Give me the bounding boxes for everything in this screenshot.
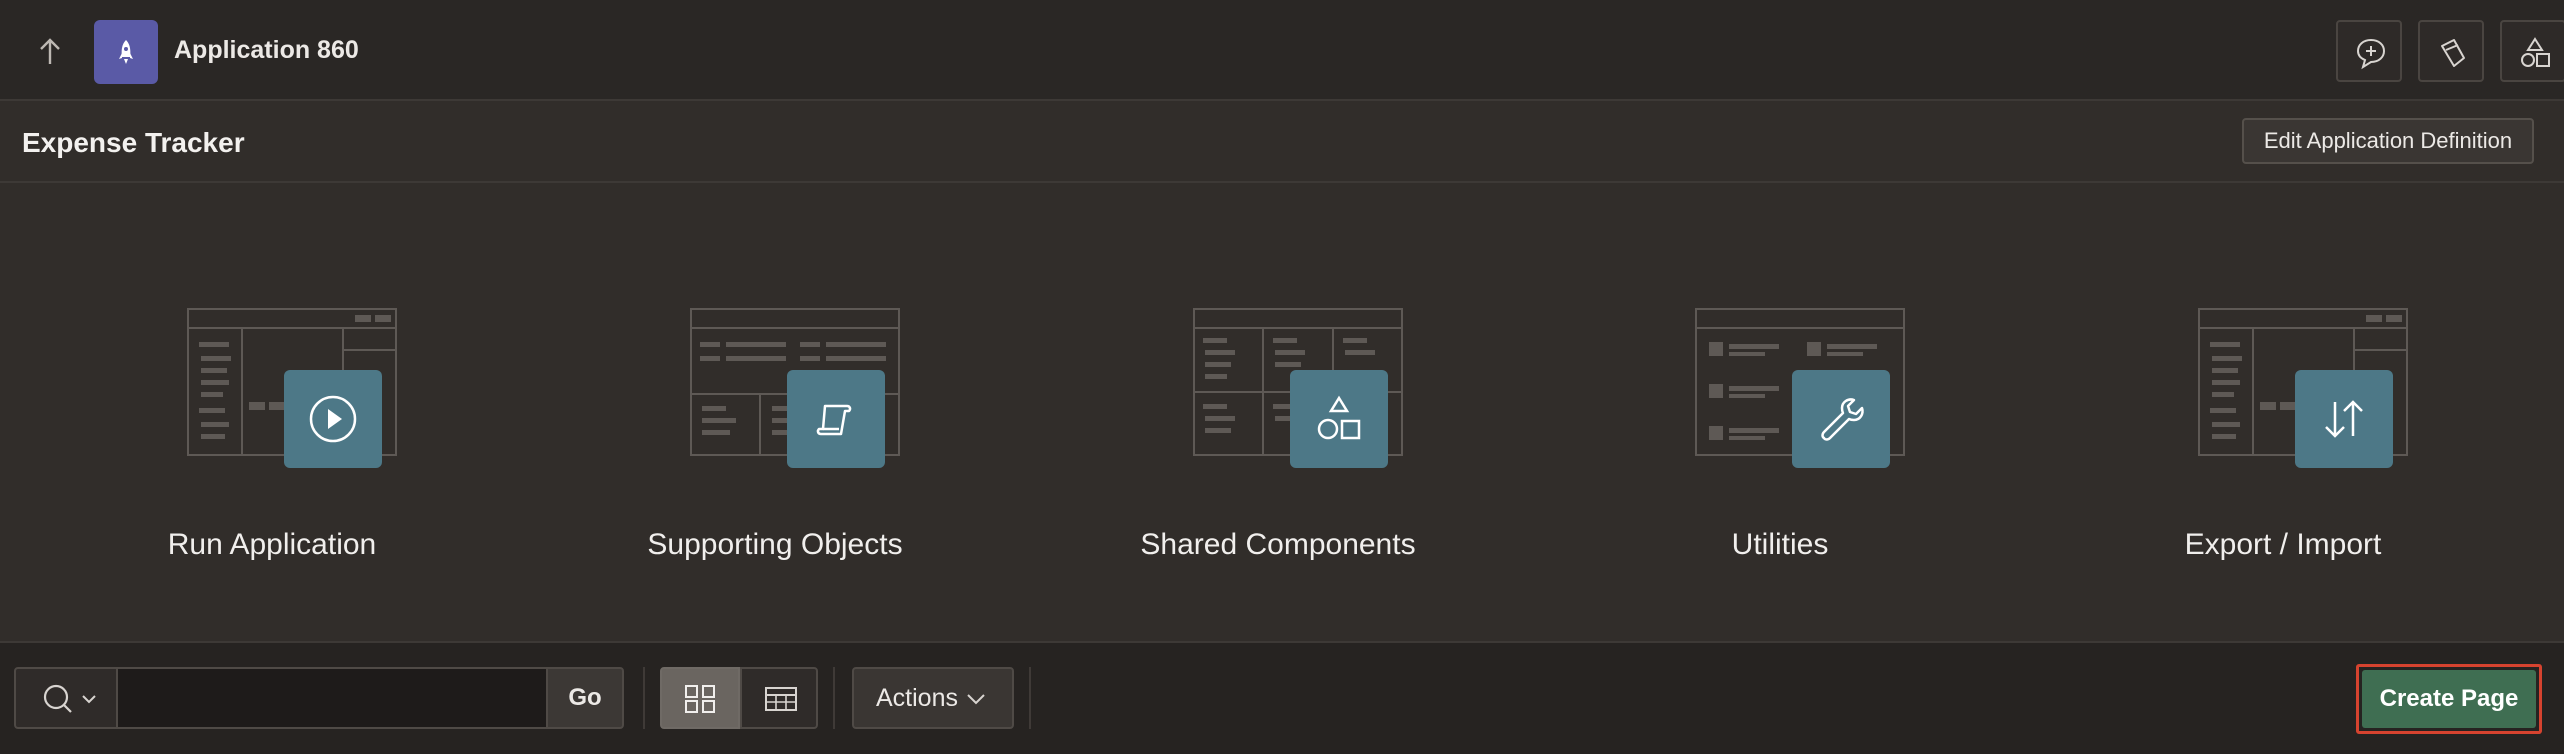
run-application-tile[interactable]: Run Application	[122, 300, 422, 580]
comment-add-icon	[2356, 38, 2386, 70]
utilities-tile[interactable]: Utilities	[1630, 300, 1930, 580]
play-icon	[309, 395, 357, 443]
search-options-button[interactable]	[14, 667, 118, 729]
actions-menu-button[interactable]: Actions	[852, 667, 1014, 729]
tile-badge	[284, 370, 382, 468]
search-icon	[43, 684, 96, 713]
grid-icon	[685, 685, 715, 713]
tile-badge	[787, 370, 885, 468]
tile-label: Export / Import	[2184, 528, 2382, 561]
table-icon	[765, 687, 797, 711]
page-header: Expense Tracker Edit Application Definit…	[0, 101, 2564, 183]
app-icon[interactable]	[94, 20, 158, 84]
chevron-down-icon	[82, 695, 96, 704]
tile-label: Shared Components	[1140, 528, 1416, 561]
supporting-objects-tile[interactable]: Supporting Objects	[625, 300, 925, 580]
tile-label: Supporting Objects	[647, 528, 903, 561]
divider	[643, 667, 645, 729]
arrow-up-icon[interactable]	[30, 36, 70, 68]
create-page-highlight: Create Page	[2356, 664, 2542, 734]
wrench-icon	[1821, 398, 1864, 441]
tile-badge	[1792, 370, 1890, 468]
shared-components-button[interactable]	[2500, 20, 2564, 82]
export-import-tile[interactable]: Export / Import	[2133, 300, 2433, 580]
edit-application-definition-button[interactable]: Edit Application Definition	[2242, 118, 2534, 164]
divider	[833, 667, 835, 729]
chevron-down-icon	[967, 694, 985, 705]
divider	[1029, 667, 1031, 729]
tile-label: Run Application	[167, 528, 377, 561]
tile-badge	[2295, 370, 2393, 468]
bucket-icon	[2441, 39, 2465, 67]
top-bar: Application 860	[0, 0, 2564, 101]
actions-label: Actions	[876, 684, 958, 712]
theme-roller-button[interactable]	[2418, 20, 2484, 82]
arrows-up-down-icon	[2325, 400, 2363, 438]
shared-components-tile[interactable]: Shared Components	[1128, 300, 1428, 580]
go-button[interactable]: Go	[546, 667, 624, 729]
search-input[interactable]	[118, 667, 560, 729]
create-page-button[interactable]: Create Page	[2362, 670, 2536, 728]
tile-badge	[1290, 370, 1388, 468]
rocket-icon	[119, 40, 133, 64]
scroll-icon	[816, 404, 852, 436]
feedback-button[interactable]	[2336, 20, 2402, 82]
view-icons-button[interactable]	[660, 667, 740, 729]
app-title: Application 860	[174, 36, 359, 64]
view-report-button[interactable]	[740, 667, 818, 729]
page-toolbar: Go Actions Create Page	[0, 641, 2564, 754]
tile-label: Utilities	[1731, 528, 1829, 561]
shapes-icon	[2521, 37, 2550, 67]
shapes-icon	[1317, 395, 1361, 440]
page-title: Expense Tracker	[22, 127, 245, 158]
